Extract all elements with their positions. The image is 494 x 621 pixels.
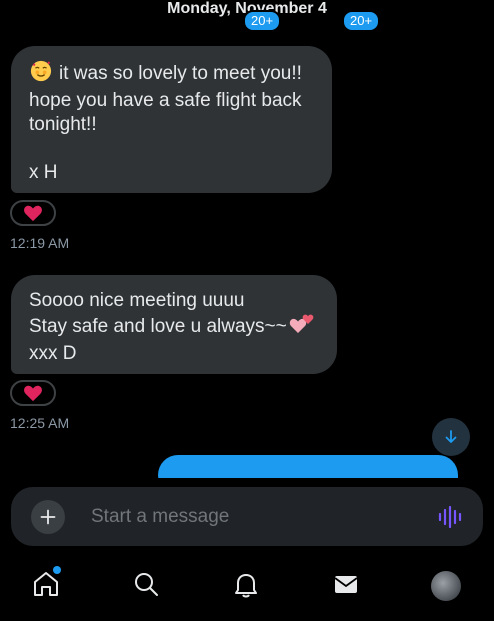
red-heart-icon: [24, 385, 42, 402]
voice-message-button[interactable]: [437, 504, 463, 530]
bell-icon: [235, 574, 257, 598]
message-line: hope you have a safe flight back: [29, 90, 302, 111]
arrow-down-icon: [445, 430, 457, 443]
message-line: it was so lovely to meet you!!: [29, 60, 314, 89]
message-input[interactable]: [89, 501, 393, 533]
message-line: x H: [29, 162, 58, 183]
envelope-icon: [334, 576, 358, 593]
search-icon: [135, 573, 158, 596]
avatar[interactable]: [431, 571, 461, 601]
message-timestamp: 12:25 AM: [10, 415, 70, 431]
two-hearts-icon: [289, 313, 315, 342]
smiling-face-with-hearts-icon: [29, 60, 53, 89]
message-composer: [11, 487, 483, 546]
red-heart-icon: [24, 205, 42, 222]
add-media-button[interactable]: [31, 500, 65, 534]
home-unread-dot: [53, 566, 61, 574]
message-timestamp: 12:19 AM: [10, 235, 70, 251]
received-message-bubble[interactable]: it was so lovely to meet you!! hope you …: [11, 46, 332, 193]
voice-waveform-icon: [438, 505, 462, 529]
notifications-badge: 20+: [243, 10, 282, 32]
nav-search[interactable]: [129, 567, 163, 601]
message-line: [29, 137, 314, 161]
plus-icon: [40, 509, 56, 525]
message-line: Soooo nice meeting uuuu: [29, 290, 245, 311]
heart-reaction[interactable]: [10, 200, 56, 226]
bottom-navigation: [0, 555, 494, 615]
messages-badge: 20+: [342, 10, 381, 32]
scroll-to-bottom-button[interactable]: [432, 418, 470, 456]
nav-messages[interactable]: [329, 567, 363, 601]
message-line: Stay safe and love u always~~: [29, 313, 319, 342]
received-message-bubble[interactable]: Soooo nice meeting uuuu Stay safe and lo…: [11, 275, 337, 374]
message-line: tonight!!: [29, 114, 97, 135]
nav-notifications[interactable]: [229, 567, 263, 601]
heart-reaction[interactable]: [10, 380, 56, 406]
message-line: xxx D: [29, 343, 77, 364]
